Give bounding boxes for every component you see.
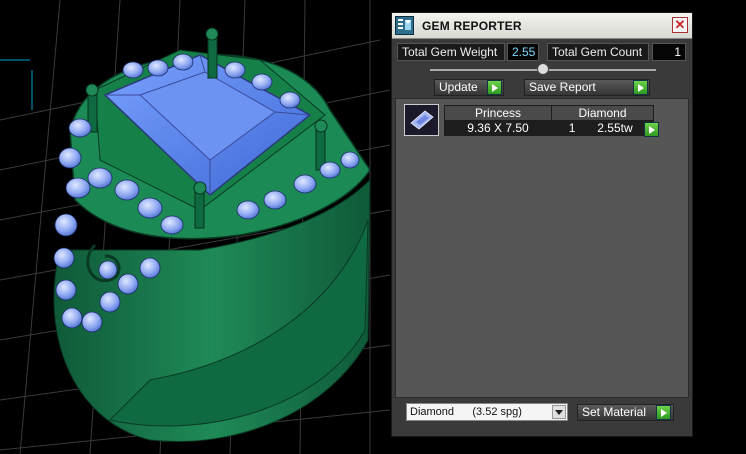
play-arrow-icon[interactable] [487, 80, 502, 95]
play-arrow-icon[interactable] [656, 405, 671, 420]
gem-count: 1 [550, 120, 594, 136]
total-gem-count-value: 1 [652, 43, 686, 61]
save-report-button-label: Save Report [529, 80, 596, 94]
gem-reporter-app-icon [395, 16, 414, 35]
gem-list: Princess Diamond 9.36 X 7.50 1 2.55tw [395, 98, 689, 398]
gem-reporter-window: GEM REPORTER ✕ Total Gem Weight 2.55 Tot… [391, 12, 693, 437]
slider-thumb[interactable] [537, 63, 549, 75]
table-row: 9.36 X 7.50 1 2.55tw [444, 120, 654, 136]
update-button[interactable]: Update [434, 79, 504, 96]
total-gem-weight-value: 2.55 [507, 43, 539, 61]
material-select[interactable]: Diamond (3.52 spg) [406, 403, 568, 421]
princess-gem-icon [404, 104, 439, 136]
total-gem-count-label: Total Gem Count [547, 43, 649, 61]
update-button-label: Update [439, 80, 478, 94]
close-icon[interactable]: ✕ [672, 17, 688, 33]
total-gem-weight-label: Total Gem Weight [397, 43, 505, 61]
title-bar[interactable]: GEM REPORTER ✕ [392, 13, 692, 39]
gem-weight: 2.55tw [597, 121, 633, 135]
save-report-button[interactable]: Save Report [524, 79, 650, 96]
play-arrow-icon[interactable] [644, 122, 659, 137]
window-title: GEM REPORTER [422, 19, 522, 33]
gem-table: Princess Diamond 9.36 X 7.50 1 2.55tw [444, 105, 654, 136]
gem-material: Diamond [551, 105, 654, 121]
table-row: Princess Diamond [444, 105, 654, 121]
set-material-button[interactable]: Set Material [577, 404, 674, 421]
set-material-button-label: Set Material [582, 405, 647, 419]
play-arrow-icon[interactable] [633, 80, 648, 95]
material-select-value: Diamond (3.52 spg) [410, 406, 522, 418]
gem-size: 9.36 X 7.50 [444, 120, 552, 136]
gem-cut: Princess [444, 105, 552, 121]
chevron-down-icon[interactable] [552, 405, 566, 419]
